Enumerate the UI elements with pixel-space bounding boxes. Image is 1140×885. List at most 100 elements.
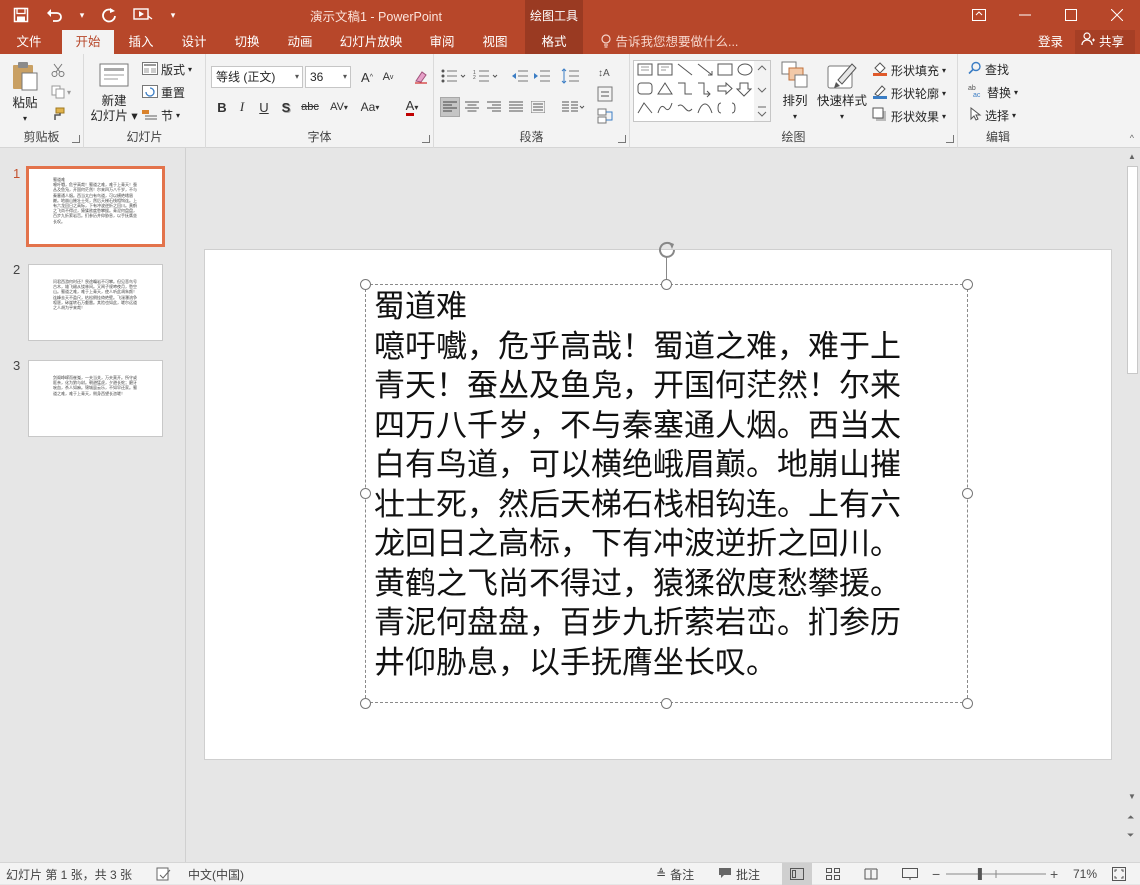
clear-formatting-icon[interactable] <box>411 67 431 87</box>
language-indicator[interactable]: 中文(中国) <box>188 863 244 885</box>
save-icon[interactable] <box>6 3 36 27</box>
resize-handle-left[interactable] <box>360 488 371 499</box>
tab-file[interactable]: 文件 <box>0 30 58 54</box>
tab-transitions[interactable]: 切换 <box>222 30 272 54</box>
drawing-launcher-icon[interactable] <box>946 135 954 143</box>
zoom-slider[interactable] <box>946 863 1046 885</box>
font-name-combo[interactable]: 等线 (正文) ▾ <box>211 66 303 88</box>
grow-font-icon[interactable]: A ^ <box>357 67 377 87</box>
present-from-start-icon[interactable] <box>128 3 158 27</box>
slide-thumbnail-2[interactable]: 问君西游何时还？畏途巉岩不可攀。但见悲鸟号古木，雄飞雌从绕林间。又闻子规啼夜月，… <box>28 264 163 341</box>
undo-dropdown-icon[interactable]: ▾ <box>74 3 90 27</box>
fit-to-window-icon[interactable] <box>1112 863 1126 885</box>
distributed-icon[interactable] <box>528 97 548 117</box>
vertical-scrollbar[interactable]: ▲ ▼ ⏶ ⏷ <box>1125 150 1140 862</box>
copy-dropdown-icon[interactable]: ▾ <box>64 82 74 102</box>
customize-qat-icon[interactable]: ▾ <box>162 3 184 27</box>
align-center-icon[interactable] <box>462 97 482 117</box>
minimize-icon[interactable] <box>1002 0 1048 30</box>
zoom-slider-thumb[interactable] <box>977 868 982 880</box>
layout-button[interactable]: 版式 ▾ <box>142 61 192 78</box>
slide-sorter-icon[interactable] <box>826 863 840 885</box>
reset-button[interactable]: 重置 <box>142 84 185 101</box>
resize-handle-top-right[interactable] <box>962 279 973 290</box>
underline-button[interactable]: U <box>254 97 274 117</box>
resize-handle-bottom[interactable] <box>661 698 672 709</box>
align-text-icon[interactable] <box>594 84 620 104</box>
tab-animations[interactable]: 动画 <box>274 30 326 54</box>
font-launcher-icon[interactable] <box>422 135 430 143</box>
next-slide-icon[interactable]: ⏷ <box>1127 830 1134 841</box>
scrollbar-thumb[interactable] <box>1127 166 1138 374</box>
line-spacing-icon[interactable] <box>560 66 586 86</box>
arrange-button[interactable]: 排列 ▾ <box>776 60 814 124</box>
tab-home[interactable]: 开始 <box>62 30 114 54</box>
resize-handle-top[interactable] <box>661 279 672 290</box>
zoom-level[interactable]: 71% <box>1073 863 1097 885</box>
share-button[interactable]: 共享 <box>1075 30 1135 54</box>
zoom-out-icon[interactable]: − <box>932 863 940 885</box>
strikethrough-button[interactable]: abc <box>298 97 322 117</box>
resize-handle-bottom-left[interactable] <box>360 698 371 709</box>
font-size-combo[interactable]: 36 ▾ <box>305 66 351 88</box>
slide-text-content[interactable]: 蜀道难 噫吁嚱，危乎高哉！蜀道之难，难于上 青天！蚕丛及鱼凫，开国何茫然！尔来 … <box>374 288 964 683</box>
shape-outline-button[interactable]: 形状轮廓 ▾ <box>872 84 946 102</box>
smartart-icon[interactable] <box>594 106 620 126</box>
close-icon[interactable] <box>1094 0 1140 30</box>
zoom-in-icon[interactable]: + <box>1050 863 1058 885</box>
slideshow-view-icon[interactable] <box>902 863 918 885</box>
tab-insert[interactable]: 插入 <box>116 30 166 54</box>
tab-slideshow[interactable]: 幻灯片放映 <box>330 30 412 54</box>
clipboard-launcher-icon[interactable] <box>72 135 80 143</box>
scroll-down-icon[interactable]: ▼ <box>1128 792 1136 801</box>
resize-handle-right[interactable] <box>962 488 973 499</box>
shrink-font-icon[interactable]: Av <box>378 67 398 87</box>
paste-button[interactable]: 粘贴 ▾ <box>8 60 42 126</box>
notes-button[interactable]: ≜ 备注 <box>656 863 694 885</box>
restore-ribbon-icon[interactable] <box>956 0 1002 30</box>
redo-icon[interactable] <box>94 3 124 27</box>
paragraph-launcher-icon[interactable] <box>618 135 626 143</box>
shapes-gallery[interactable] <box>633 60 771 122</box>
undo-icon[interactable] <box>40 3 70 27</box>
section-button[interactable]: 节 ▾ <box>142 107 180 124</box>
bullets-icon[interactable] <box>440 66 468 86</box>
scroll-up-icon[interactable]: ▲ <box>1128 152 1136 161</box>
slide-thumbnail-3[interactable]: 剑阁峥嵘而崔嵬，一夫当关，万夫莫开。所守或匪亲，化为狼与豺。朝避猛虎，夕避长蛇；… <box>28 360 163 437</box>
reading-view-icon[interactable] <box>864 863 878 885</box>
tab-design[interactable]: 设计 <box>168 30 220 54</box>
collapse-ribbon-icon[interactable]: ^ <box>1130 133 1134 143</box>
columns-icon[interactable] <box>560 97 588 117</box>
tell-me-box[interactable]: 告诉我您想要做什么... <box>600 30 738 54</box>
decrease-indent-icon[interactable] <box>510 66 530 86</box>
quick-styles-button[interactable]: 快速样式 ▾ <box>816 60 868 124</box>
spell-check-icon[interactable] <box>156 863 172 885</box>
font-color-button[interactable]: A ▾ <box>398 97 426 117</box>
char-spacing-button[interactable]: AV ▾ <box>324 97 354 117</box>
change-case-button[interactable]: Aa ▾ <box>356 97 384 117</box>
new-slide-button[interactable]: 新建 幻灯片 ▾ <box>90 60 138 124</box>
tab-view[interactable]: 视图 <box>470 30 520 54</box>
align-left-icon[interactable] <box>440 97 460 117</box>
normal-view-icon[interactable] <box>782 863 812 885</box>
resize-handle-bottom-right[interactable] <box>962 698 973 709</box>
tab-review[interactable]: 审阅 <box>416 30 468 54</box>
numbering-icon[interactable]: 12 <box>472 66 500 86</box>
select-button[interactable]: 选择 ▾ <box>968 106 1016 124</box>
rotate-handle-icon[interactable] <box>656 239 678 261</box>
format-painter-icon[interactable] <box>48 104 68 124</box>
maximize-icon[interactable] <box>1048 0 1094 30</box>
text-direction-icon[interactable]: ↕A <box>594 62 620 82</box>
bold-button[interactable]: B <box>212 97 232 117</box>
login-link[interactable]: 登录 <box>1038 30 1063 54</box>
slide-thumbnail-1[interactable]: 蜀道难 噫吁嚱，危乎高哉！蜀道之难，难于上青天！蚕丛及鱼凫，开国何茫然！尔来四万… <box>26 166 165 247</box>
resize-handle-top-left[interactable] <box>360 279 371 290</box>
comments-button[interactable]: 批注 <box>718 863 760 885</box>
shape-fill-button[interactable]: 形状填充 ▾ <box>872 61 946 79</box>
italic-button[interactable]: I <box>232 97 252 117</box>
align-right-icon[interactable] <box>484 97 504 117</box>
increase-indent-icon[interactable] <box>532 66 552 86</box>
find-button[interactable]: 查找 <box>968 61 1009 78</box>
shape-effects-button[interactable]: 形状效果 ▾ <box>872 107 946 125</box>
cut-icon[interactable] <box>48 60 68 80</box>
